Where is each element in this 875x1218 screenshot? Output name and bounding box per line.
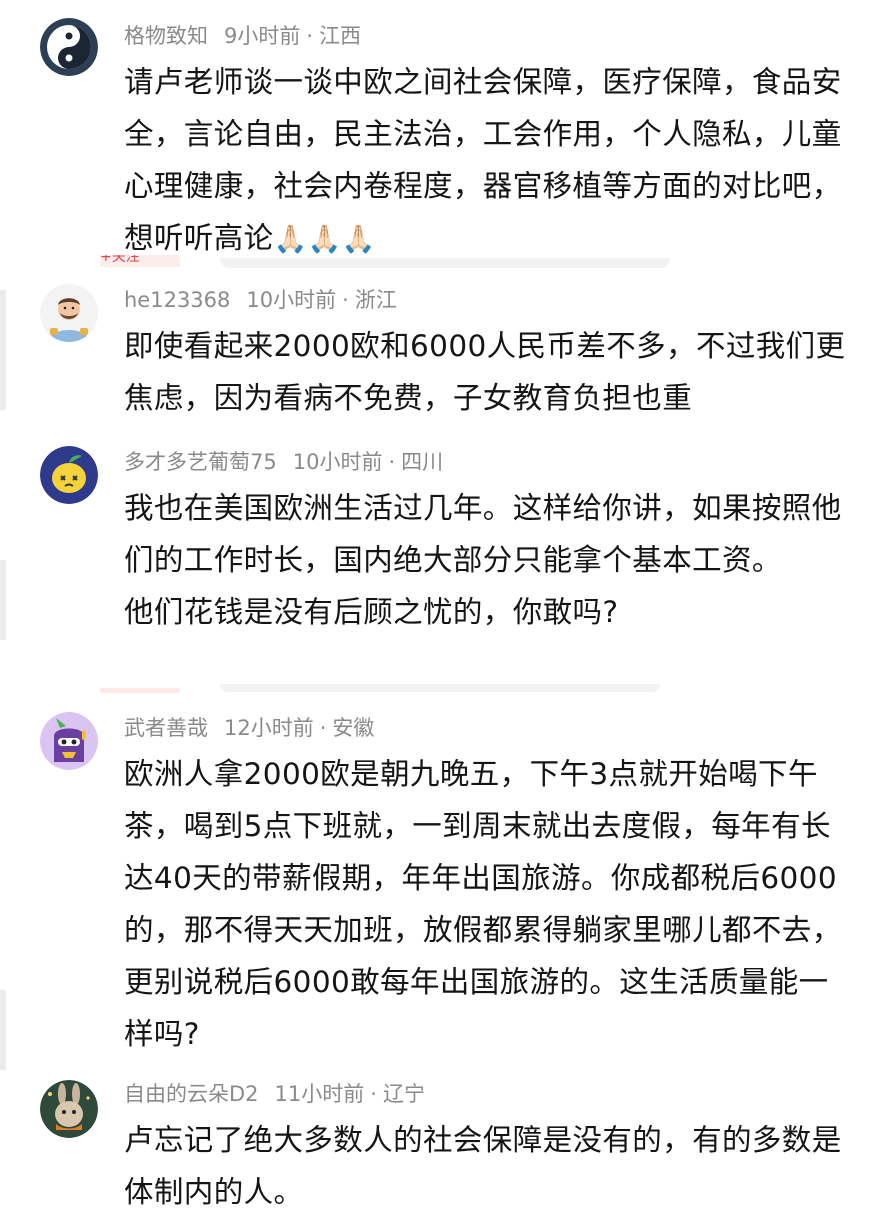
comment-meta: 武者善哉 12小时前 · 安徽 xyxy=(124,714,374,742)
comment-text: 卢忘记了绝大多数人的社会保障是没有的，有的多数是体制内的人。 xyxy=(124,1123,842,1209)
hidden-tag-partial xyxy=(100,688,180,693)
comment-item[interactable]: 多才多艺葡萄75 10小时前 · 四川 我也在美国欧洲生活过几年。这样给你讲，如果按照… xyxy=(0,432,875,692)
comment-meta: 格物致知 9小时前 · 江西 xyxy=(124,22,361,50)
comment-item[interactable]: he123368 10小时前 · 浙江 即使看起来2000欧和6000人民币差不多，不… xyxy=(0,270,875,430)
avatar[interactable] xyxy=(40,1080,98,1138)
region: 江西 xyxy=(319,24,362,48)
comment-text: 我也在美国欧洲生活过几年。这样给你讲，如果按照他们的工作时长，国内绝大部分只能拿… xyxy=(124,491,842,629)
hidden-panel-edge xyxy=(220,684,660,692)
comment-item[interactable]: 格物致知 9小时前 · 江西 请卢老师谈一谈中欧之间社会保障，医疗保障，食品安全，言论… xyxy=(0,0,875,270)
timestamp: 9小时前 xyxy=(224,24,301,48)
timestamp: 10小时前 xyxy=(292,450,383,474)
comment-item[interactable]: 武者善哉 12小时前 · 安徽 欧洲人拿2000欧是朝九晚五，下午3点就开始喝下午茶，… xyxy=(0,700,875,1070)
cartoon-man-avatar-icon xyxy=(40,284,98,342)
follow-tag-partial: +关注 xyxy=(100,255,180,267)
timestamp: 12小时前 xyxy=(224,716,314,740)
avatar[interactable] xyxy=(40,18,98,76)
timestamp: 11小时前 xyxy=(274,1082,365,1106)
username[interactable]: 武者善哉 xyxy=(124,714,208,742)
hidden-panel-edge xyxy=(220,258,670,268)
username[interactable]: he123368 xyxy=(124,286,230,314)
comment-text: 请卢老师谈一谈中欧之间社会保障，医疗保障，食品安全，言论自由，民主法治，工会作用… xyxy=(124,56,854,264)
region: 浙江 xyxy=(354,288,397,312)
comment-text: 欧洲人拿2000欧是朝九晚五，下午3点就开始喝下午茶，喝到5点下班就，一到周末就… xyxy=(124,757,842,1051)
meta-separator: · xyxy=(388,450,396,474)
timestamp: 10小时前 xyxy=(246,288,337,312)
username[interactable]: 自由的云朵D2 xyxy=(124,1080,259,1108)
comment-item[interactable]: 自由的云朵D2 11小时前 · 辽宁 卢忘记了绝大多数人的社会保障是没有的，有的多数是… xyxy=(0,1068,875,1209)
avatar[interactable] xyxy=(40,446,98,504)
pray-emoji: 🙏🏻🙏🏻🙏🏻 xyxy=(273,224,376,255)
avatar[interactable] xyxy=(40,712,98,770)
comment-meta: he123368 10小时前 · 浙江 xyxy=(124,286,397,314)
username[interactable]: 格物致知 xyxy=(124,22,208,50)
comment-meta: 自由的云朵D2 11小时前 · 辽宁 xyxy=(124,1080,425,1108)
region: 安徽 xyxy=(332,716,375,740)
purple-monster-avatar-icon xyxy=(40,712,98,770)
meta-separator: · xyxy=(342,288,349,312)
region: 四川 xyxy=(401,450,444,474)
comment-meta: 多才多艺葡萄75 10小时前 · 四川 xyxy=(124,448,443,476)
avatar[interactable] xyxy=(40,284,98,342)
username[interactable]: 多才多艺葡萄75 xyxy=(124,448,277,476)
meta-separator: · xyxy=(306,24,314,48)
comment-text: 即使看起来2000欧和6000人民币差不多，不过我们更焦虑，因为看病不免费，子女… xyxy=(124,329,846,415)
comment-text-content: 请卢老师谈一谈中欧之间社会保障，医疗保障，食品安全，言论自由，民主法治，工会作用… xyxy=(124,65,842,255)
yin-yang-icon xyxy=(40,18,98,76)
meta-separator: · xyxy=(370,1082,377,1106)
region: 辽宁 xyxy=(382,1082,425,1106)
lemon-avatar-icon xyxy=(40,446,98,504)
rabbit-avatar-icon xyxy=(40,1080,98,1138)
meta-separator: · xyxy=(319,716,327,740)
